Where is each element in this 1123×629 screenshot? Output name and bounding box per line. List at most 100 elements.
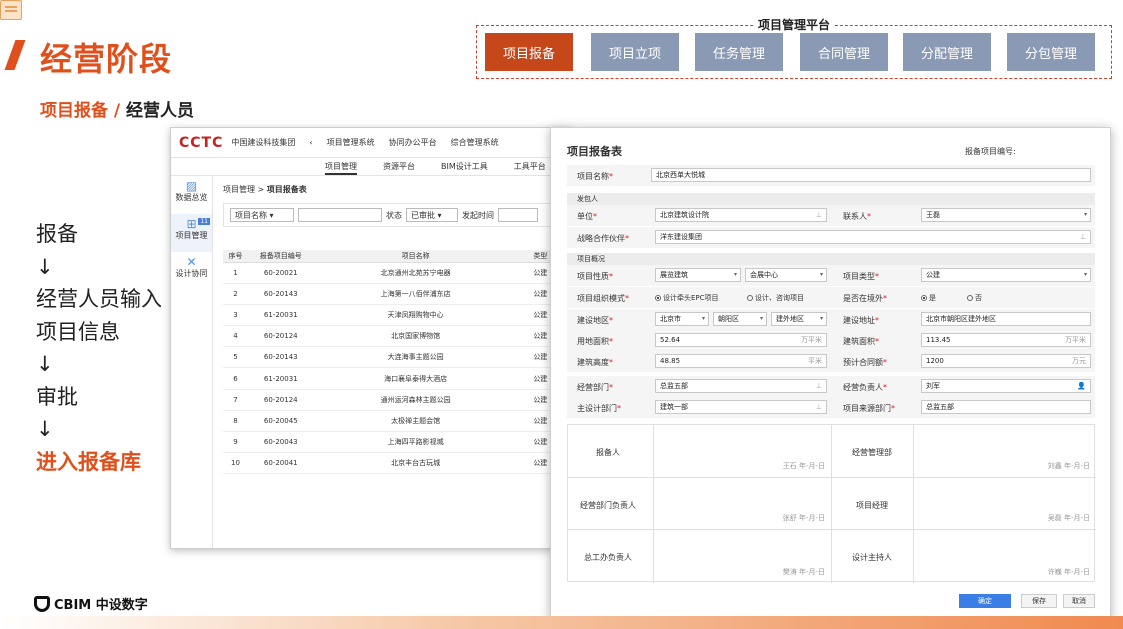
platform-button-subcontract[interactable]: 分包管理	[1007, 33, 1095, 71]
sig-label: 项目经理	[856, 500, 888, 510]
platform-button-report[interactable]: 项目报备	[485, 33, 573, 71]
unit-input[interactable]: 北京建筑设计院 ⊥	[655, 208, 827, 222]
topnav-office[interactable]: 协同办公平台	[389, 137, 437, 148]
table-cell: 2	[223, 283, 248, 305]
table-row[interactable]: 8 60-20045 太极禅主题会馆 公建	[223, 410, 563, 433]
save-button[interactable]: 保存	[1021, 594, 1057, 608]
chevron-left-icon[interactable]: ‹	[309, 138, 312, 147]
table-cell: 北京国家博物馆	[313, 325, 518, 348]
dept-input[interactable]: 总监五部 ⊥	[655, 379, 827, 393]
sidebar-item-label: 数据总览	[175, 193, 208, 202]
filter-bar: 项目名称 ▾ 状态 已审批 ▾ 发起时间	[223, 203, 563, 227]
table-cell: 通州运河森林主题公园	[313, 389, 518, 411]
abroad-radio-yes[interactable]: 是	[921, 293, 936, 303]
topnav-pm[interactable]: 项目管理系统	[327, 137, 375, 148]
form-row: 项目性质* 展览建筑 ▾ 会展中心 ▾ 项目类型* 公建 ▾	[567, 265, 1095, 286]
form-row: 战略合作伙伴* 洋东建设集团 ⊥	[567, 227, 1095, 248]
org-radio-epc[interactable]: 设计牵头EPC项目	[655, 293, 719, 303]
report-code-label: 报备项目编号:	[965, 147, 1016, 156]
cbim-logo-icon	[34, 595, 50, 612]
table-cell: 60-20124	[247, 389, 314, 411]
table-row[interactable]: 7 60-20124 通州运河森林主题公园 公建	[223, 389, 563, 411]
form-row: 建设地区* 北京市 ▾ 朝阳区 ▾ 建外地区 ▾ 建设地址* 北京市朝阳区建外地区	[567, 309, 1095, 330]
type-select[interactable]: 公建 ▾	[921, 268, 1091, 282]
table-cell: 太极禅主题会馆	[313, 410, 518, 433]
signature-grid: 报备人 王石 年-月-日 经营管理部 刘鑫 年-月-日 经营部门负责人 张舒 年…	[567, 424, 1096, 583]
tools-icon: ✕	[186, 255, 197, 269]
project-name-input[interactable]: 北京西单大悦城	[651, 168, 1091, 182]
chart-icon: ▨	[185, 179, 198, 193]
table-row[interactable]: 6 61-20031 海口襄阜泰得大酒店 公建	[223, 367, 563, 390]
subnav-resource[interactable]: 资源平台	[383, 158, 415, 175]
flow-step: 报备	[36, 222, 78, 246]
table-cell: 北京丰台古玩城	[313, 452, 518, 475]
region-select-3[interactable]: 建外地区 ▾	[771, 312, 827, 326]
source-dept-input[interactable]: 总监五部	[921, 400, 1091, 414]
breadcrumb-root[interactable]: 项目管理 >	[223, 185, 264, 194]
region-select-2[interactable]: 朝阳区 ▾	[713, 312, 767, 326]
sidebar-item-overview[interactable]: ▨ 数据总览	[171, 176, 212, 214]
land-area-input[interactable]: 52.64 万平米	[655, 333, 827, 347]
table-cell: 3	[223, 304, 248, 327]
sidebar-item-label: 项目管理	[175, 231, 208, 240]
nature-select-1[interactable]: 展览建筑 ▾	[655, 268, 741, 282]
table-cell: 60-20043	[247, 431, 314, 454]
platform-button-distribution[interactable]: 分配管理	[903, 33, 991, 71]
abroad-radio-no[interactable]: 否	[967, 293, 982, 303]
form-row: 用地面积* 52.64 万平米 建筑面积* 113.45 万平米	[567, 330, 1095, 351]
lookup-icon: ⊥	[815, 211, 822, 219]
table-row[interactable]: 1 60-20021 北京通州北苑苏宁电器 公建	[223, 262, 563, 284]
design-dept-input[interactable]: 建筑一部 ⊥	[655, 400, 827, 414]
platform-button-contracts[interactable]: 合同管理	[800, 33, 888, 71]
keyword-input[interactable]	[298, 208, 382, 222]
table-row[interactable]: 10 60-20041 北京丰台古玩城 公建	[223, 452, 563, 475]
sig-value: 吴磊 年-月-日	[1047, 514, 1090, 523]
confirm-button[interactable]: 确定	[959, 594, 1011, 608]
contact-select[interactable]: 王磊 ▾	[921, 208, 1091, 222]
app-subnav: 项目管理 资源平台 BIM设计工具 工具平台	[171, 158, 569, 176]
process-flow: 报备 ↓ 经营人员输入 项目信息 ↓ 审批 ↓ 进入报备库	[36, 218, 162, 478]
nature-select-2[interactable]: 会展中心 ▾	[745, 268, 827, 282]
address-input[interactable]: 北京市朝阳区建外地区	[921, 312, 1091, 326]
org-radio-design[interactable]: 设计、咨询项目	[747, 293, 804, 303]
region-select-1[interactable]: 北京市 ▾	[655, 312, 709, 326]
date-input[interactable]	[498, 208, 538, 222]
lookup-icon: ⊥	[1079, 233, 1086, 241]
platform-panel: 项目管理平台 项目报备 项目立项 任务管理 合同管理 分配管理 分包管理	[476, 18, 1112, 79]
table-cell: 海口襄阜泰得大酒店	[313, 367, 518, 390]
topnav-general[interactable]: 综合管理系统	[451, 137, 499, 148]
contract-input[interactable]: 1200 万元	[921, 354, 1091, 368]
build-area-input[interactable]: 113.45 万平米	[921, 333, 1091, 347]
table-row[interactable]: 2 60-20143 上海第一八佰伴浦东店 公建	[223, 283, 563, 305]
sig-label: 报备人	[596, 448, 620, 457]
subnav-tools[interactable]: 工具平台	[514, 158, 546, 175]
stage-title: 经营阶段	[40, 40, 173, 78]
manager-input[interactable]: 刘军 👤	[921, 379, 1091, 393]
sidebar-item-collab[interactable]: ✕ 设计协同	[171, 252, 212, 290]
table-cell: 7	[223, 389, 248, 411]
table-cell: 60-20021	[247, 262, 314, 284]
platform-button-tasks[interactable]: 任务管理	[695, 33, 783, 71]
platform-button-setup[interactable]: 项目立项	[591, 33, 679, 71]
table-row[interactable]: 4 60-20124 北京国家博物馆 公建	[223, 325, 563, 348]
document-icon[interactable]	[0, 0, 22, 20]
table-cell: 61-20031	[247, 304, 314, 327]
subnav-pm[interactable]: 项目管理	[325, 158, 357, 175]
subnav-bim[interactable]: BIM设计工具	[441, 158, 488, 175]
sig-value: 许巍 年-月-日	[1047, 567, 1090, 576]
table-row[interactable]: 5 60-20143 大连海事主题公园 公建	[223, 346, 563, 369]
cancel-button[interactable]: 取消	[1063, 594, 1095, 608]
sidebar-item-label: 设计协同	[175, 269, 208, 278]
height-input[interactable]: 48.85 平米	[655, 354, 827, 368]
table-row[interactable]: 3 61-20031 天津凤翔购物中心 公建	[223, 304, 563, 327]
partner-input[interactable]: 洋东建设集团 ⊥	[655, 230, 1091, 244]
status-select[interactable]: 已审批 ▾	[406, 208, 458, 222]
cctc-logo: CCTC	[179, 134, 224, 151]
table-row[interactable]: 9 60-20043 上海四平路影视城 公建	[223, 431, 563, 454]
title-slash-decoration	[4, 40, 26, 70]
field-select[interactable]: 项目名称 ▾	[230, 208, 294, 222]
flow-step: 项目信息	[36, 319, 120, 344]
time-label: 发起时间	[462, 210, 494, 220]
section-overview: 项目概况	[567, 253, 1095, 265]
report-form-dialog: 项目报备表 报备项目编号: 项目名称* 北京西单大悦城 发包人 单位* 北京建筑…	[550, 127, 1111, 622]
